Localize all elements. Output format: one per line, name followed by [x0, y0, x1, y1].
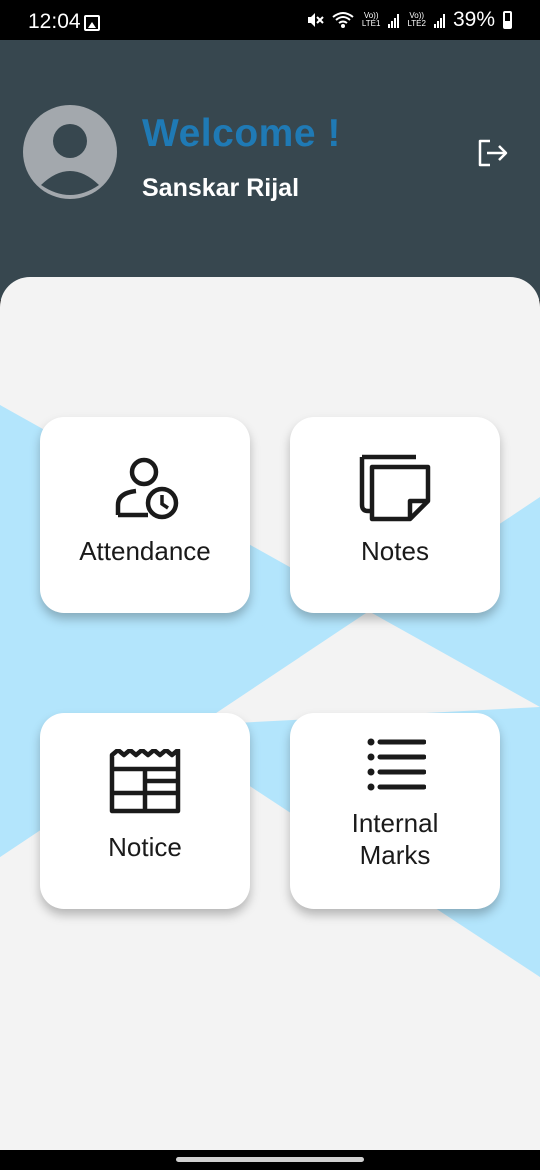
home-indicator[interactable] [176, 1157, 364, 1162]
notes-card[interactable]: Notes [290, 417, 500, 613]
status-bar: 12:04 Vo)) LTE1 Vo)) LTE2 39% [0, 0, 540, 40]
status-time: 12:04 [28, 10, 81, 33]
battery-percentage: 39% [452, 8, 495, 31]
wifi-icon [332, 12, 354, 28]
person-clock-icon [115, 457, 179, 520]
logout-icon[interactable] [474, 135, 510, 171]
attendance-card[interactable]: Attendance [40, 417, 250, 613]
volte-lte1-icon: Vo)) LTE1 [361, 11, 381, 28]
internal-marks-card[interactable]: Internal Marks [290, 713, 500, 909]
profile-header: Welcome ! Sanskar Rijal [0, 40, 540, 300]
mute-icon [307, 13, 324, 27]
notice-label: Notice [108, 832, 182, 862]
status-icons: Vo)) LTE1 Vo)) LTE2 39% [306, 8, 512, 32]
signal-icon [388, 12, 400, 28]
newspaper-icon [109, 749, 181, 814]
internal-marks-label-line1: Internal [351, 808, 439, 838]
battery-icon [503, 11, 512, 29]
sticky-notes-icon [359, 454, 431, 522]
volte-lte2-icon: Vo)) LTE2 [407, 11, 426, 28]
system-nav-bar [0, 1150, 540, 1170]
username: Sanskar Rijal [142, 174, 300, 202]
attendance-label: Attendance [79, 536, 211, 566]
list-icon [367, 738, 426, 791]
internal-marks-label-line2: Marks [359, 840, 431, 870]
signal-icon [433, 12, 445, 28]
notes-label: Notes [361, 536, 429, 566]
user-avatar-icon[interactable] [23, 105, 117, 199]
gallery-icon [84, 15, 100, 31]
welcome-title: Welcome ! [142, 112, 341, 155]
notice-card[interactable]: Notice [40, 713, 250, 909]
menu-content: Attendance Notes Notice Internal Marks [0, 277, 540, 1150]
